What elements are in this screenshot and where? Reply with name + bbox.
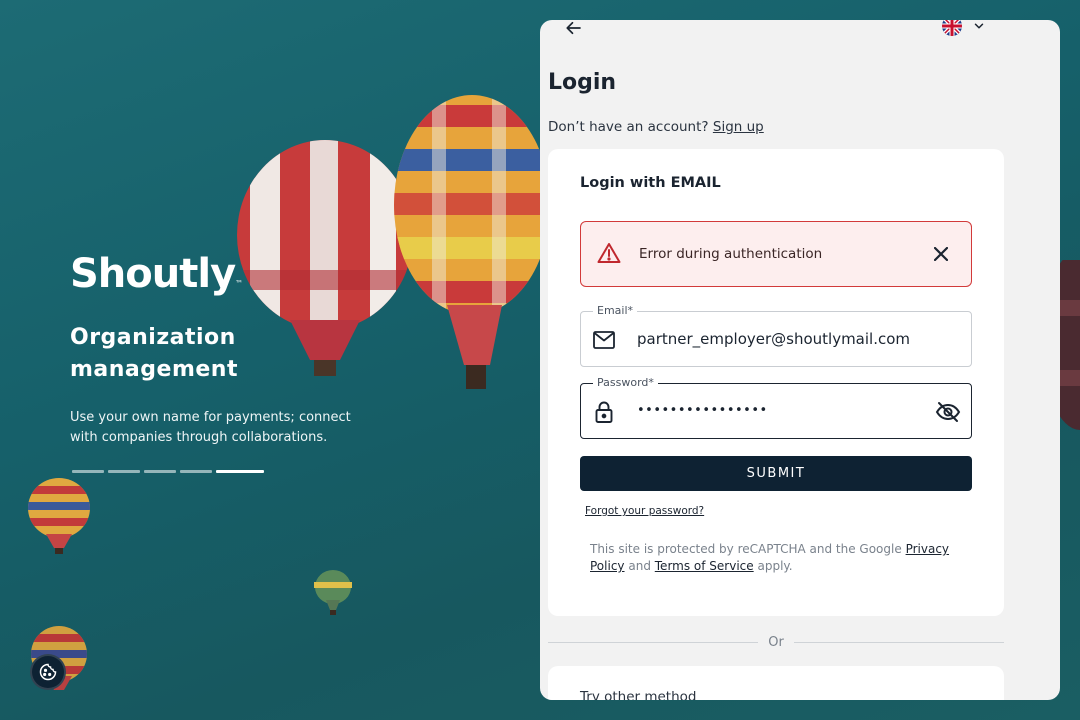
chevron-down-icon [974, 23, 984, 29]
carousel-dot[interactable] [72, 470, 104, 473]
eye-off-icon [935, 402, 961, 422]
uk-flag-icon [942, 20, 962, 36]
email-label: Email* [593, 304, 638, 317]
language-selector[interactable] [942, 20, 986, 36]
arrow-left-icon [566, 21, 581, 35]
cookie-settings-button[interactable] [30, 654, 66, 690]
close-icon [934, 247, 948, 261]
lock-icon [593, 401, 615, 423]
carousel-dot[interactable] [108, 470, 140, 473]
carousel-dot-active[interactable] [216, 470, 264, 473]
recaptcha-and: and [628, 559, 651, 573]
signup-prompt: Don’t have an account? Sign up [548, 119, 764, 135]
mail-icon [593, 329, 615, 351]
balloon-decoration [28, 478, 90, 554]
terms-of-service-link[interactable]: Terms of Service [655, 559, 754, 573]
shoutly-logo: Shoutly™ [70, 251, 243, 297]
toggle-password-visibility[interactable] [935, 400, 961, 424]
hero-description: Use your own name for payments; connect … [70, 410, 351, 445]
signup-link[interactable]: Sign up [713, 119, 764, 135]
warning-triangle-icon [597, 243, 621, 263]
hero-section: Shoutly™ Organization management Use you… [70, 246, 370, 448]
or-text: Or [768, 634, 784, 650]
or-divider: Or [548, 632, 1005, 652]
recaptcha-prefix: This site is protected by reCAPTCHA and … [590, 542, 902, 556]
error-alert: Error during authentication [580, 221, 972, 287]
carousel-dot[interactable] [180, 470, 212, 473]
card-title: Login with EMAIL [580, 175, 721, 191]
other-method-card: Try other method [548, 666, 1004, 700]
other-method-title: Try other method [580, 689, 697, 700]
hero-title: Organization management [70, 325, 238, 382]
recaptcha-suffix: apply. [757, 559, 793, 573]
forgot-password-link[interactable]: Forgot your password? [585, 505, 704, 517]
back-button[interactable] [562, 20, 586, 40]
balloon-decoration [314, 570, 352, 615]
panel-topbar [540, 20, 1060, 60]
alert-close-button[interactable] [931, 244, 951, 264]
email-input[interactable] [637, 330, 937, 348]
login-panel: Login Don’t have an account? Sign up Log… [540, 20, 1060, 700]
password-input[interactable] [637, 403, 937, 418]
error-message: Error during authentication [639, 246, 823, 262]
email-login-card: Login with EMAIL Error during authentica… [548, 149, 1004, 616]
password-field[interactable]: Password* [580, 376, 972, 439]
submit-button[interactable]: SUBMIT [580, 456, 972, 491]
cookie-icon [39, 663, 57, 681]
page-title: Login [548, 70, 617, 95]
no-account-text: Don’t have an account? [548, 119, 709, 135]
carousel-indicators [72, 470, 264, 473]
password-label: Password* [593, 376, 658, 389]
balloon-decoration [394, 95, 550, 389]
carousel-dot[interactable] [144, 470, 176, 473]
recaptcha-notice: This site is protected by reCAPTCHA and … [590, 541, 950, 575]
email-field[interactable]: Email* [580, 304, 972, 367]
